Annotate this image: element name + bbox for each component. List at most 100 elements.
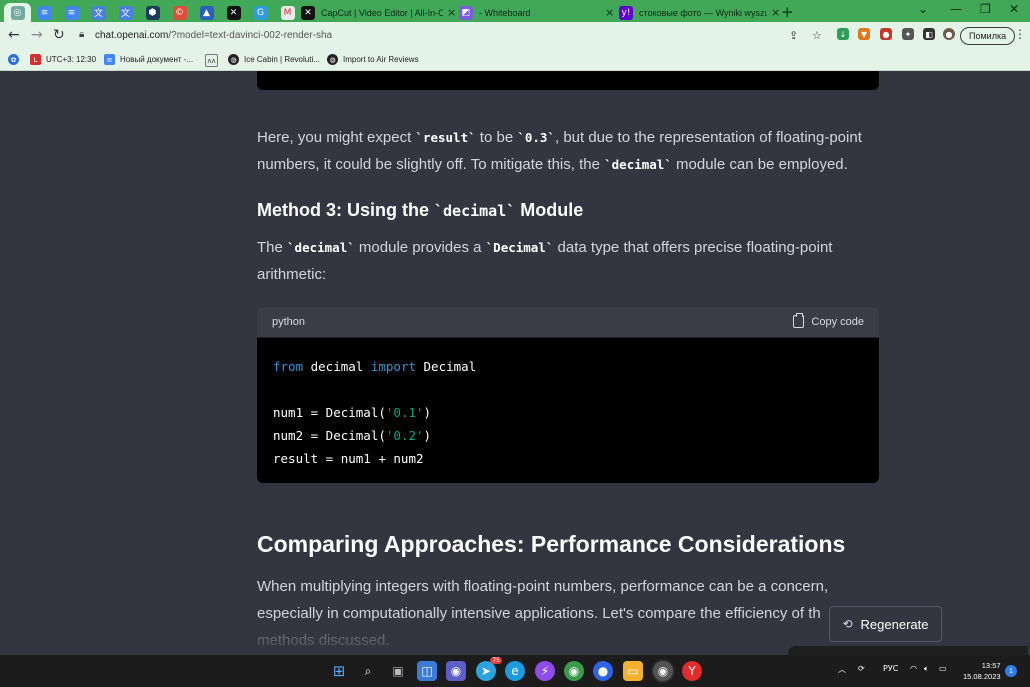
new-tab-button[interactable]: + [781,3,794,21]
code-body: from decimal import Decimal num1 = Decim… [257,338,879,483]
grammar-icon: G [253,5,268,20]
messenger-icon[interactable]: ⚡ [535,661,555,681]
zoom-icon[interactable]: ● [593,661,613,681]
file-explorer-icon[interactable]: ▭ [623,661,643,681]
bookmark-ice-cabin[interactable]: ◍ Ice Cabin | Revoluti... [228,54,320,65]
text: to be [475,129,518,146]
bookmark-generic[interactable]: ʌʌ [205,54,223,67]
url-text: chat.openai.com/?model=text-davinci-002-… [95,30,332,41]
input-area-edge [788,646,1028,655]
shield-icon: ⬢ [145,5,160,20]
forward-arrow-icon[interactable]: → [31,27,43,43]
language-indicator[interactable]: РУС [883,664,898,673]
text: The [257,239,288,256]
heading-comparing-approaches: Comparing Approaches: Performance Consid… [257,531,846,557]
chrome-icon[interactable]: ◉ [653,661,673,681]
regenerate-button[interactable]: ⟲ Regenerate [829,606,942,642]
chevron-up-icon[interactable]: ︿ [838,664,846,675]
copy-code-button[interactable]: Copy code [793,313,864,328]
code-block-previous [257,71,879,90]
tab-docs-2[interactable]: ≡ [58,3,85,22]
close-window-button[interactable]: ✕ [1009,2,1019,16]
unread-badge: 75 [490,657,502,664]
battery-icon[interactable]: ▭ [939,664,947,673]
bookmarks-bar: ✿ L UTC+3: 12:30 ≡ Новый документ -... ʌʌ … [0,50,1030,71]
close-icon[interactable]: × [771,6,780,19]
tab-grammar[interactable]: G [247,3,274,22]
text: module provides a [354,239,486,256]
tab-docs-1[interactable]: ≡ [31,3,58,22]
notification-badge[interactable]: 1 [1005,665,1017,677]
bookmark-extension[interactable]: ✿ [8,54,24,65]
bookmark-label: Новый документ -... [120,55,194,64]
bookmark-utc[interactable]: L UTC+3: 12:30 [30,54,96,65]
avatar[interactable]: ● [943,28,955,40]
clock-time: 13:57 [981,661,1001,670]
reload-icon[interactable]: ↻ [53,27,65,43]
tab-translate-2[interactable]: 文 [112,3,139,22]
minimize-button[interactable]: — [950,2,962,16]
share-icon[interactable]: ⇪ [789,29,798,42]
tab-chatgpt[interactable]: ◎ [4,3,31,22]
capcut-icon: ✕ [226,5,241,20]
inline-code: `decimal` [434,202,516,220]
tab-translate-1[interactable]: 文 [85,3,112,22]
translate-icon: 文 [118,5,133,20]
yandex-browser-icon[interactable]: Y [682,661,702,681]
bookmark-document[interactable]: ≡ Новый документ -... [104,54,193,65]
task-view-icon[interactable]: ▣ [388,661,408,681]
paragraph-decimal: The `decimal` module provides a `Decimal… [257,234,877,288]
volume-icon[interactable]: 🔈︎ [924,664,929,674]
inline-code: `decimal` [287,240,355,255]
restore-button[interactable]: ❐ [980,2,991,16]
sidepanel-icon[interactable]: ◧ [923,28,935,40]
clock-icon: L [30,54,41,65]
extension-icon[interactable]: ● [880,28,892,40]
chatgpt-icon: ◎ [10,5,25,20]
windows-start-icon[interactable]: ⊞ [329,661,349,681]
inline-code: `0.3` [517,130,555,145]
tab-capcut-pinned[interactable]: ✕ [220,3,247,22]
profile-error-button[interactable]: Помилка [960,27,1016,45]
tab-yahoo[interactable]: y! стоковые фото — Wyniki wyszukiwania × [615,3,780,22]
telegram-icon[interactable]: ➤ 75 [476,657,502,681]
widgets-icon[interactable]: ◫ [417,661,437,681]
wifi-icon[interactable]: ◠ [910,664,917,673]
teams-chat-icon[interactable]: ◉ [446,661,466,681]
tab-copyright[interactable]: © [166,3,193,22]
code-string: '0.2' [385,428,424,443]
inline-code: `decimal` [604,157,672,172]
heading-method-3: Method 3: Using the `decimal` Module [257,200,583,221]
tab-search-icon[interactable]: ⌄ [918,2,928,16]
bookmark-air-reviews[interactable]: ◍ Import to Air Reviews [327,54,419,65]
google-docs-icon: ≡ [64,5,79,20]
close-icon[interactable]: × [605,6,614,19]
tab-whiteboard[interactable]: ◩ - Whiteboard × [455,3,614,22]
music-icon: ʌʌ [205,54,218,67]
browser-toolbar: ← → ↻ 🔒︎ chat.openai.com/?model=text-dav… [0,22,1030,50]
address-bar[interactable]: 🔒︎ chat.openai.com/?model=text-davinci-0… [71,25,831,47]
google-docs-icon: ≡ [104,54,115,65]
code-block-header: python Copy code [257,307,879,338]
gmail-icon: M [280,5,295,20]
search-icon[interactable]: ⌕ [358,661,378,681]
tab-capcut[interactable]: ✕ CapCut | Video Editor | All-In-One × [297,3,456,22]
clock[interactable]: 13:57 15.08.2023 [963,660,1001,682]
edge-icon[interactable]: e [505,661,525,681]
tab-drive[interactable]: ▲ [193,3,220,22]
capcut-icon: ✕ [301,5,315,20]
chat-content: Here, you might expect `result` to be `0… [0,71,1030,655]
code-block: python Copy code from decimal import Dec… [257,307,879,483]
back-arrow-icon[interactable]: ← [8,27,20,43]
bookmark-star-icon[interactable]: ☆ [812,29,822,42]
sync-icon[interactable]: ⟳ [858,664,865,673]
paragraph-performance: When multiplying integers with floating-… [257,573,857,654]
tab-title: CapCut | Video Editor | All-In-One [321,7,443,18]
tab-shield[interactable]: ⬢ [139,3,166,22]
metamask-icon[interactable]: ▼ [858,28,870,40]
menu-icon[interactable]: ⋮ [1014,27,1026,41]
bookmark-label: UTC+3: 12:30 [46,55,97,64]
extension-icon[interactable]: ↓ [837,28,849,40]
puzzle-icon[interactable]: ✦ [902,28,914,40]
chrome-icon[interactable]: ◉ [564,661,584,681]
